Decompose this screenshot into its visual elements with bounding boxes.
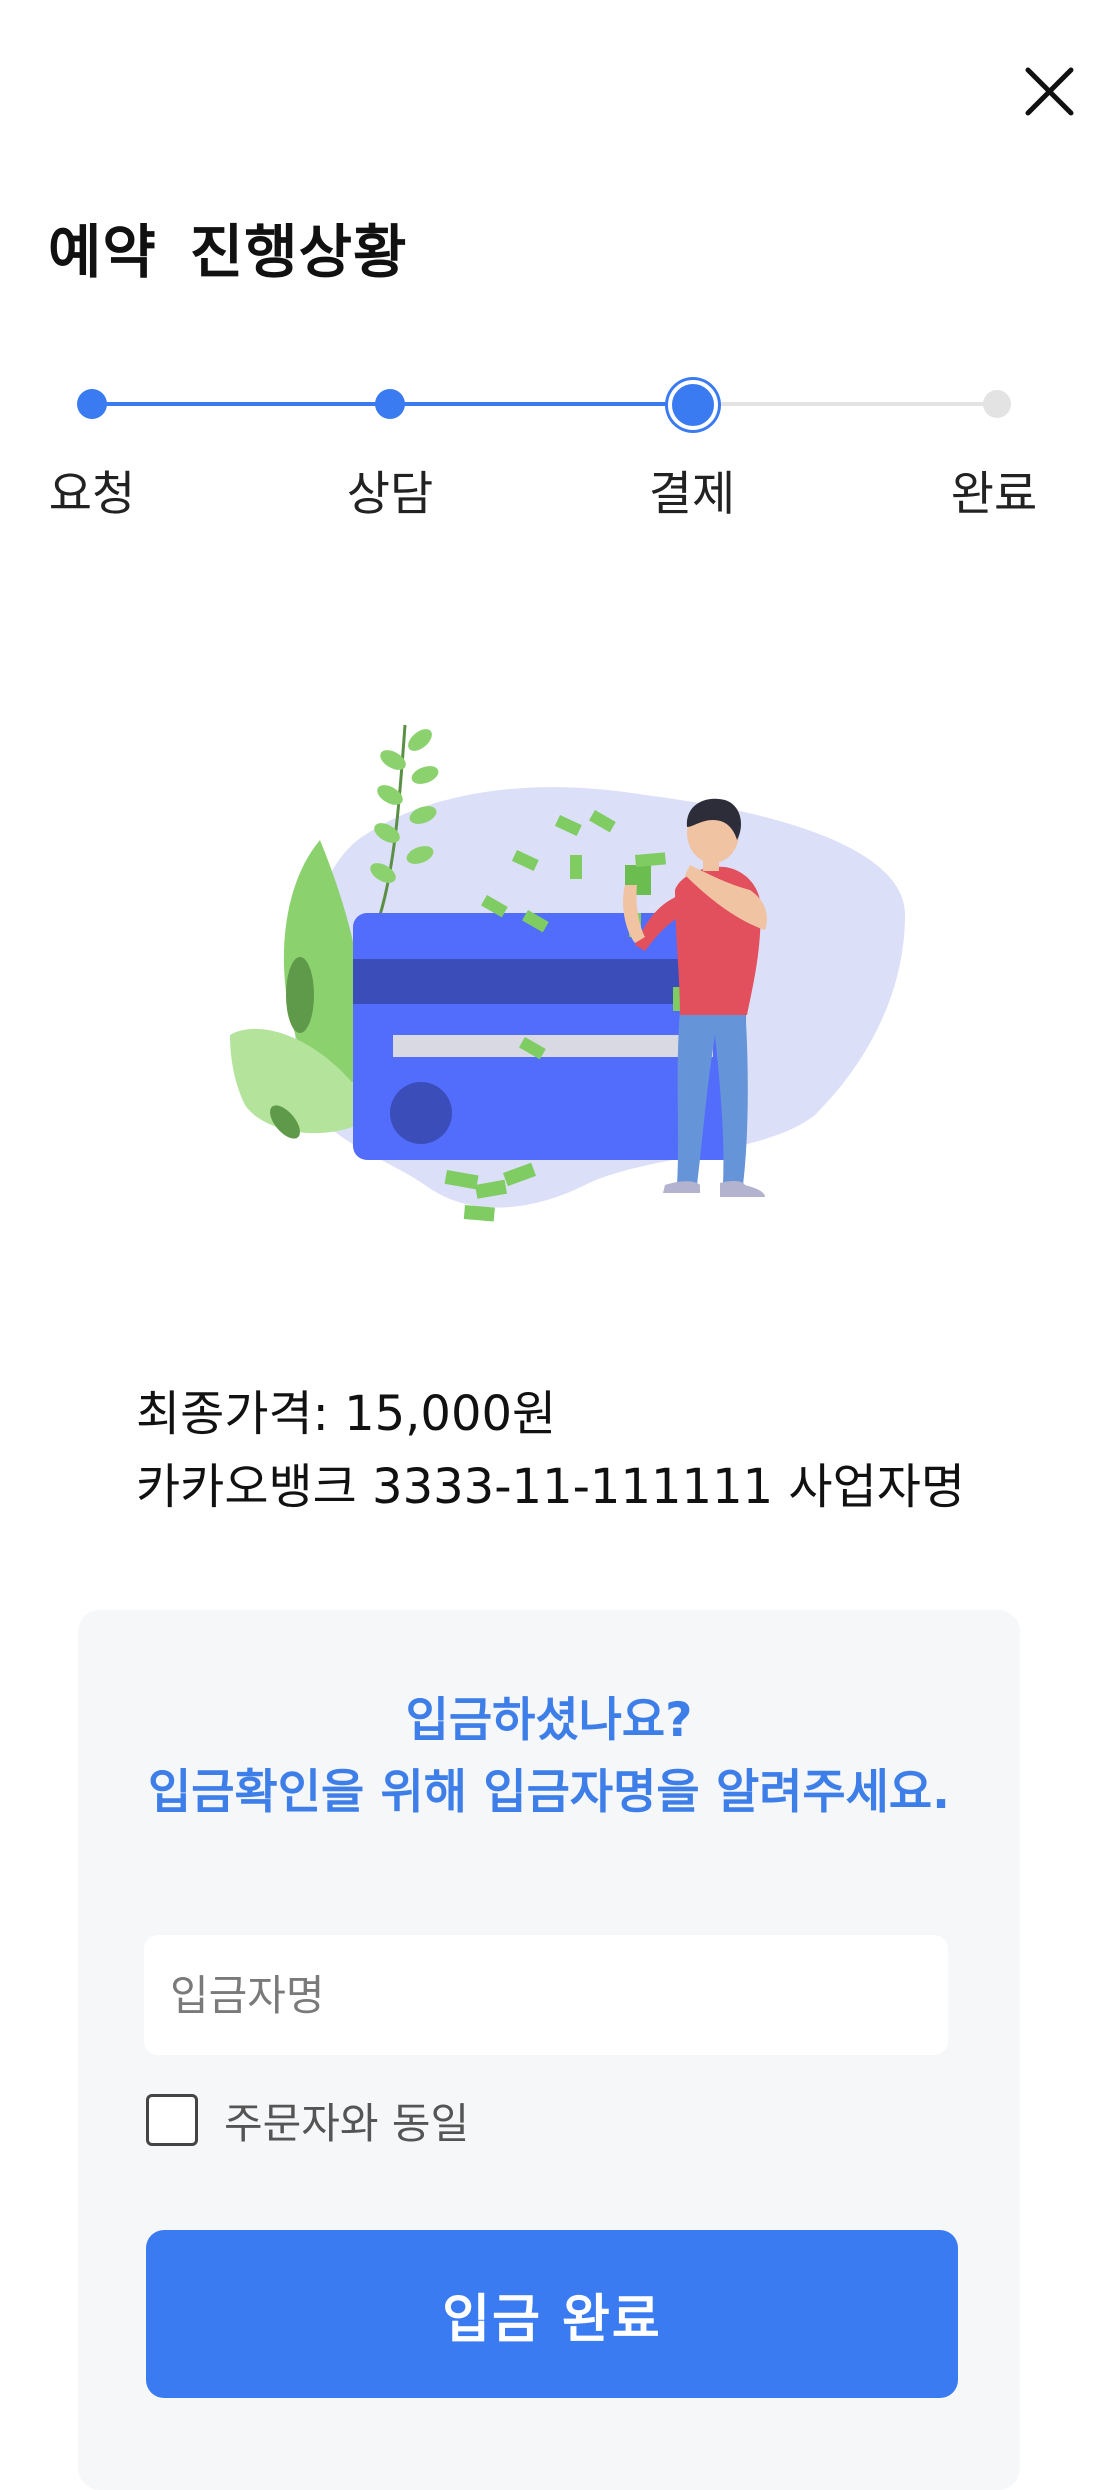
payment-card-illustration [230, 724, 905, 1222]
deposit-question-line2: 입금확인을 위해 입금자명을 알려주세요. [147, 1765, 951, 1820]
final-price: 최종가격: 15,000원 [136, 1386, 557, 1442]
deposit-question: 입금하셨나요? 입금확인을 위해 입금자명을 알려주세요. [78, 1685, 1020, 1829]
bank-account: 카카오뱅크 3333-11-111111 사업자명 [136, 1459, 966, 1515]
deposit-complete-button[interactable]: 입금 완료 [146, 2230, 958, 2398]
step-label-consult: 상담 [346, 467, 434, 522]
same-as-orderer-option[interactable]: 주문자와 동일 [146, 2090, 469, 2150]
same-as-orderer-label: 주문자와 동일 [224, 2098, 470, 2148]
close-button[interactable] [1013, 55, 1083, 125]
depositor-name-input[interactable] [144, 1935, 948, 2055]
step-label-request: 요청 [48, 467, 136, 522]
deposit-question-line1: 입금하셨나요? [405, 1693, 693, 1748]
progress-stepper: 요청 상담 결제 완료 [0, 360, 1110, 530]
deposit-confirm-card: 입금하셨나요? 입금확인을 위해 입금자명을 알려주세요. 주문자와 동일 입금… [78, 1610, 1020, 2490]
step-label-complete: 완료 [950, 467, 1038, 522]
step-dot-request [77, 389, 107, 419]
same-as-orderer-checkbox[interactable] [146, 2094, 198, 2146]
step-dot-payment-current [668, 380, 718, 430]
page-title: 예약 진행상황 [48, 218, 408, 286]
step-label-payment: 결제 [648, 467, 736, 522]
close-icon [1025, 67, 1074, 116]
step-dot-consult [375, 389, 405, 419]
progress-line-pending [692, 402, 997, 406]
payment-info: 최종가격: 15,000원 카카오뱅크 3333-11-111111 사업자명 [136, 1378, 965, 1524]
step-dot-complete [983, 390, 1011, 418]
